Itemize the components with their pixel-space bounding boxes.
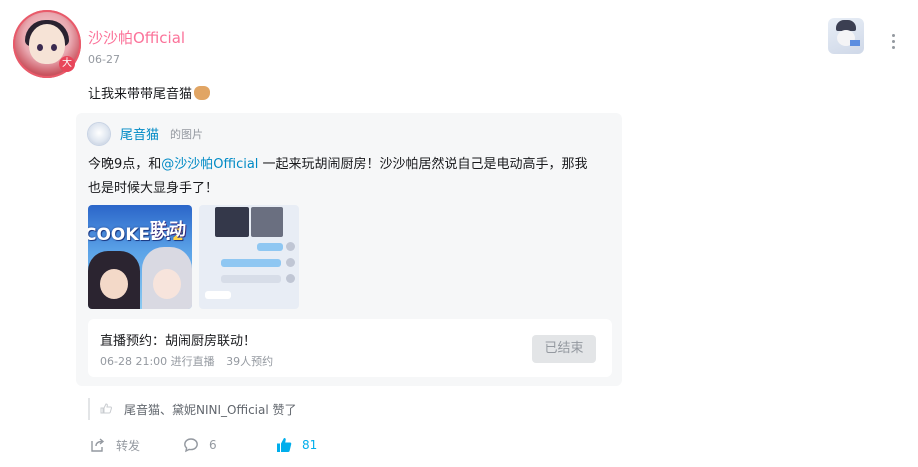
image-character-1	[88, 251, 140, 309]
repost-author-name[interactable]: 尾音猫	[120, 124, 159, 143]
author-avatar[interactable]: 大	[13, 10, 81, 78]
repost-image-1[interactable]: COOKED!2 联动	[88, 205, 192, 309]
chat-avatar	[286, 242, 295, 251]
post-text-content: 让我来带带尾音猫	[88, 87, 193, 102]
image-collab-text: 联动	[150, 220, 188, 240]
repost-text-before: 今晚9点，和	[88, 157, 162, 172]
repost-image-2[interactable]	[199, 205, 299, 309]
avatar-eye	[51, 44, 57, 51]
avatar-eye	[37, 44, 43, 51]
live-time: 06-28 21:00 进行直播	[100, 355, 215, 368]
share-button[interactable]: 转发	[90, 436, 140, 454]
ended-status-button[interactable]: 已结束	[532, 335, 596, 363]
thumb-up-small-icon	[100, 403, 112, 414]
post-text: 让我来带带尾音猫	[88, 83, 211, 102]
live-reservation-count: 39人预约	[226, 355, 274, 368]
image-screen-2	[251, 207, 283, 237]
image-character-2	[142, 247, 192, 309]
repost-type-label: 的图片	[170, 128, 203, 141]
repost-author-avatar[interactable]	[88, 123, 110, 145]
chat-avatar	[286, 258, 295, 267]
comment-icon	[184, 438, 198, 453]
share-label: 转发	[116, 438, 141, 453]
avatar-badge: 大	[59, 56, 75, 72]
chat-avatar	[286, 274, 295, 283]
mention-link[interactable]: @沙沙帕Official	[161, 157, 258, 172]
reposted-card[interactable]: 尾音猫 的图片 今晚9点，和@沙沙帕Official 一起来玩胡闹厨房！沙沙帕居…	[76, 113, 622, 386]
share-icon	[91, 438, 105, 452]
more-options-icon[interactable]	[886, 34, 900, 52]
cat-emoji-icon	[194, 86, 211, 100]
like-count: 81	[302, 438, 318, 452]
avatar-flag	[850, 40, 860, 46]
post-date: 06-27	[88, 53, 120, 66]
decorative-avatar[interactable]	[828, 18, 864, 54]
avatar-face	[29, 24, 65, 64]
chat-bubble	[205, 291, 231, 299]
chat-bubble	[221, 259, 281, 267]
chat-bubble	[221, 275, 281, 283]
live-title: 直播预约：胡闹厨房联动！	[100, 334, 257, 349]
live-meta: 06-28 21:00 进行直播 39人预约	[100, 353, 281, 369]
live-reservation-card[interactable]: 直播预约：胡闹厨房联动！ 06-28 21:00 进行直播 39人预约 已结束	[88, 319, 612, 377]
like-button[interactable]: 81	[276, 436, 317, 454]
repost-text: 今晚9点，和@沙沙帕Official 一起来玩胡闹厨房！沙沙帕居然说自己是电动高…	[88, 153, 600, 201]
image-screen-1	[215, 207, 249, 237]
comment-button[interactable]: 6	[183, 436, 217, 454]
chat-bubble	[257, 243, 283, 251]
thumb-up-icon	[277, 438, 292, 452]
author-name[interactable]: 沙沙帕Official	[88, 27, 185, 48]
comment-count: 6	[209, 438, 217, 452]
likes-summary: 尾音猫、黛妮NINI_Official 赞了	[88, 398, 620, 420]
likes-text: 尾音猫、黛妮NINI_Official 赞了	[124, 403, 297, 417]
